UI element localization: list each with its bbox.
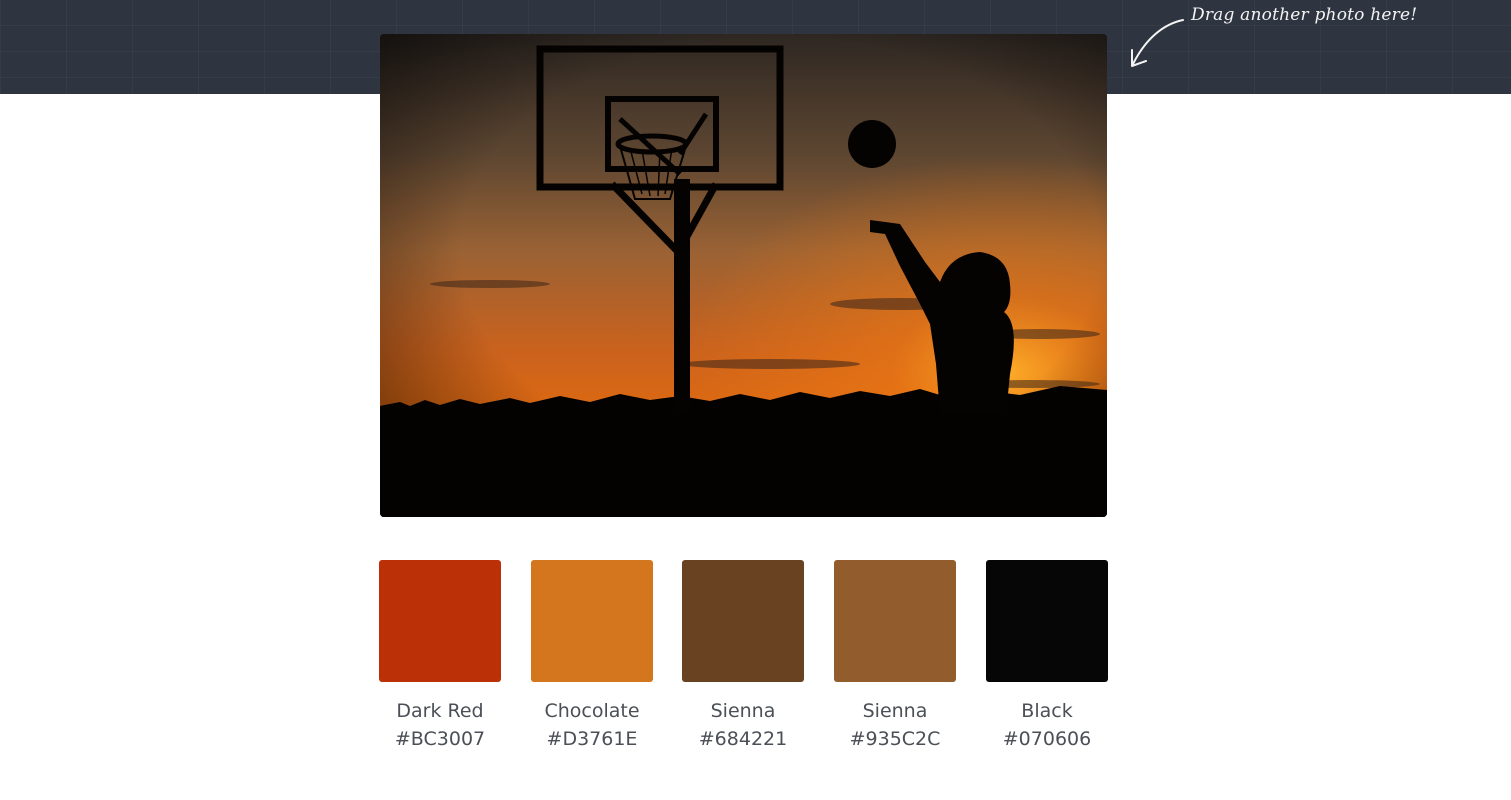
swatch-item[interactable]: Dark Red #BC3007 bbox=[379, 560, 501, 751]
color-swatch-black[interactable] bbox=[986, 560, 1108, 682]
swatch-name: Sienna bbox=[862, 700, 928, 722]
color-swatch-sienna[interactable] bbox=[682, 560, 804, 682]
curved-arrow-icon bbox=[1131, 19, 1184, 67]
swatch-item[interactable]: Sienna #684221 bbox=[682, 560, 804, 751]
swatch-hex: #935C2C bbox=[849, 728, 941, 750]
swatch-hex: #070606 bbox=[1002, 728, 1092, 750]
swatch-name: Dark Red bbox=[396, 700, 484, 722]
color-swatch-sienna-light[interactable] bbox=[834, 560, 956, 682]
uploaded-photo[interactable] bbox=[380, 34, 1107, 517]
color-palette: Dark Red #BC3007 Chocolate #D3761E Sienn… bbox=[379, 560, 1108, 760]
swatch-hex: #684221 bbox=[698, 728, 788, 750]
color-swatch-chocolate[interactable] bbox=[531, 560, 653, 682]
swatch-hex: #D3761E bbox=[546, 728, 638, 750]
color-swatch-dark-red[interactable] bbox=[379, 560, 501, 682]
swatch-item[interactable]: Chocolate #D3761E bbox=[531, 560, 653, 751]
swatch-item[interactable]: Sienna #935C2C bbox=[834, 560, 956, 751]
swatch-name: Sienna bbox=[710, 700, 776, 722]
swatch-hex: #BC3007 bbox=[394, 728, 486, 750]
photo-image bbox=[380, 34, 1107, 517]
drag-photo-hint: Drag another photo here! bbox=[1191, 5, 1418, 25]
swatch-name: Chocolate bbox=[544, 700, 640, 722]
swatch-item[interactable]: Black #070606 bbox=[986, 560, 1108, 751]
swatch-name: Black bbox=[1021, 700, 1073, 722]
